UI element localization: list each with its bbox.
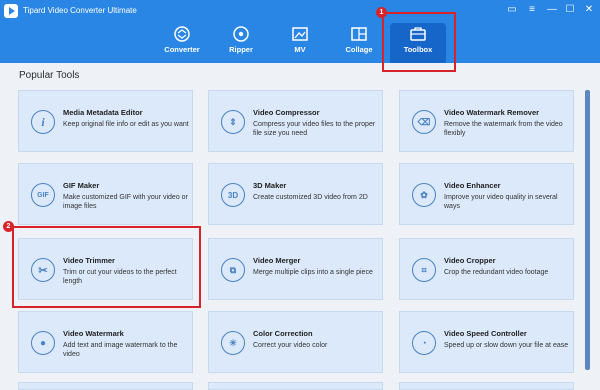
tool-card-video-watermark-remover[interactable]: ⌫ Video Watermark Remover Remove the wat…: [399, 90, 574, 152]
tab-ripper[interactable]: Ripper: [213, 23, 269, 63]
tool-card-video-cropper[interactable]: ⌗ Video Cropper Crop the redundant video…: [399, 238, 574, 300]
tab-converter[interactable]: Converter: [154, 23, 210, 63]
scrollbar[interactable]: [585, 90, 590, 370]
tool-card-video-speed-controller[interactable]: ◔ Video Speed Controller Speed up or slo…: [399, 311, 574, 373]
3d-icon: 3D: [221, 183, 245, 207]
tool-description: Correct your video color: [253, 342, 328, 349]
tool-description: Remove the watermark from the video flex…: [444, 121, 563, 137]
menu-icon[interactable]: ≡: [525, 3, 539, 17]
tab-mv[interactable]: MV: [272, 23, 328, 63]
step-1-badge: 1: [376, 7, 387, 18]
app-logo-icon: [4, 4, 18, 18]
feedback-icon[interactable]: ▭: [505, 3, 519, 17]
tool-card-video-compressor[interactable]: ⇕ Video Compressor Compress your video f…: [208, 90, 383, 152]
speed-icon: ◔: [412, 331, 436, 355]
eraser-icon: ⌫: [412, 110, 436, 134]
step-2-badge: 2: [3, 221, 14, 232]
tool-card-video-merger[interactable]: ⧉ Video Merger Merge multiple clips into…: [208, 238, 383, 300]
tool-card-partial: [208, 382, 383, 390]
tool-title: Video Watermark: [63, 329, 124, 338]
toolbox-highlight-box: [382, 12, 456, 72]
tab-collage[interactable]: Collage: [331, 23, 387, 63]
mv-icon: [292, 27, 308, 41]
tool-description: Compress your video files to the proper …: [253, 121, 376, 137]
tab-mv-label: MV: [294, 45, 306, 54]
collage-icon: [351, 27, 367, 41]
tool-card-gif-maker[interactable]: GIF GIF Maker Make customized GIF with y…: [18, 163, 193, 225]
tool-card-color-correction[interactable]: ☀ Color Correction Correct your video co…: [208, 311, 383, 373]
tab-converter-label: Converter: [164, 45, 200, 54]
ripper-icon: [233, 26, 249, 42]
tool-description: Merge multiple clips into a single piece: [253, 269, 373, 276]
tab-collage-label: Collage: [345, 45, 373, 54]
tool-title: Video Cropper: [444, 256, 496, 265]
merge-icon: ⧉: [221, 258, 245, 282]
section-title: Popular Tools: [19, 70, 80, 81]
maximize-icon[interactable]: ☐: [563, 3, 577, 17]
sun-icon: ☀: [221, 331, 245, 355]
tool-title: Color Correction: [253, 329, 313, 338]
minimize-icon[interactable]: —: [545, 3, 559, 17]
tab-ripper-label: Ripper: [229, 45, 253, 54]
tool-card-video-watermark[interactable]: ● Video Watermark Add text and image wat…: [18, 311, 193, 373]
app-title: Tipard Video Converter Ultimate: [23, 6, 137, 15]
tool-card-3d-maker[interactable]: 3D 3D Maker Create customized 3D video f…: [208, 163, 383, 225]
tool-description: Improve your video quality in several wa…: [444, 194, 558, 210]
tool-title: Video Enhancer: [444, 181, 501, 190]
tool-description: Add text and image watermark to the vide…: [63, 342, 178, 358]
tool-title: Video Merger: [253, 256, 301, 265]
video-trimmer-highlight-box: [12, 226, 201, 308]
tool-card-partial: [18, 382, 193, 390]
palette-icon: ✿: [412, 183, 436, 207]
tool-title: 3D Maker: [253, 181, 287, 190]
tool-description: Speed up or slow down your file at ease: [444, 342, 569, 349]
tool-card-partial: [399, 382, 574, 390]
gif-icon: GIF: [31, 183, 55, 207]
tool-description: Make customized GIF with your video or i…: [63, 194, 188, 210]
tool-title: Video Watermark Remover: [444, 108, 540, 117]
tool-title: Video Compressor: [253, 108, 320, 117]
tool-description: Create customized 3D video from 2D: [253, 194, 368, 201]
drop-icon: ●: [31, 331, 55, 355]
compress-icon: ⇕: [221, 110, 245, 134]
tool-description: Keep original file info or edit as you w…: [63, 121, 189, 128]
tool-title: Media Metadata Editor: [63, 108, 143, 117]
close-icon[interactable]: ✕: [582, 3, 596, 17]
app-header: Tipard Video Converter Ultimate ▭ ≡ — ☐ …: [0, 0, 600, 63]
converter-icon: [174, 26, 190, 42]
info-icon: i: [31, 110, 55, 134]
tool-title: Video Speed Controller: [444, 329, 527, 338]
tool-card-media-metadata-editor[interactable]: i Media Metadata Editor Keep original fi…: [18, 90, 193, 152]
tool-title: GIF Maker: [63, 181, 100, 190]
crop-icon: ⌗: [412, 258, 436, 282]
tool-description: Crop the redundant video footage: [444, 269, 549, 276]
tool-card-video-enhancer[interactable]: ✿ Video Enhancer Improve your video qual…: [399, 163, 574, 225]
